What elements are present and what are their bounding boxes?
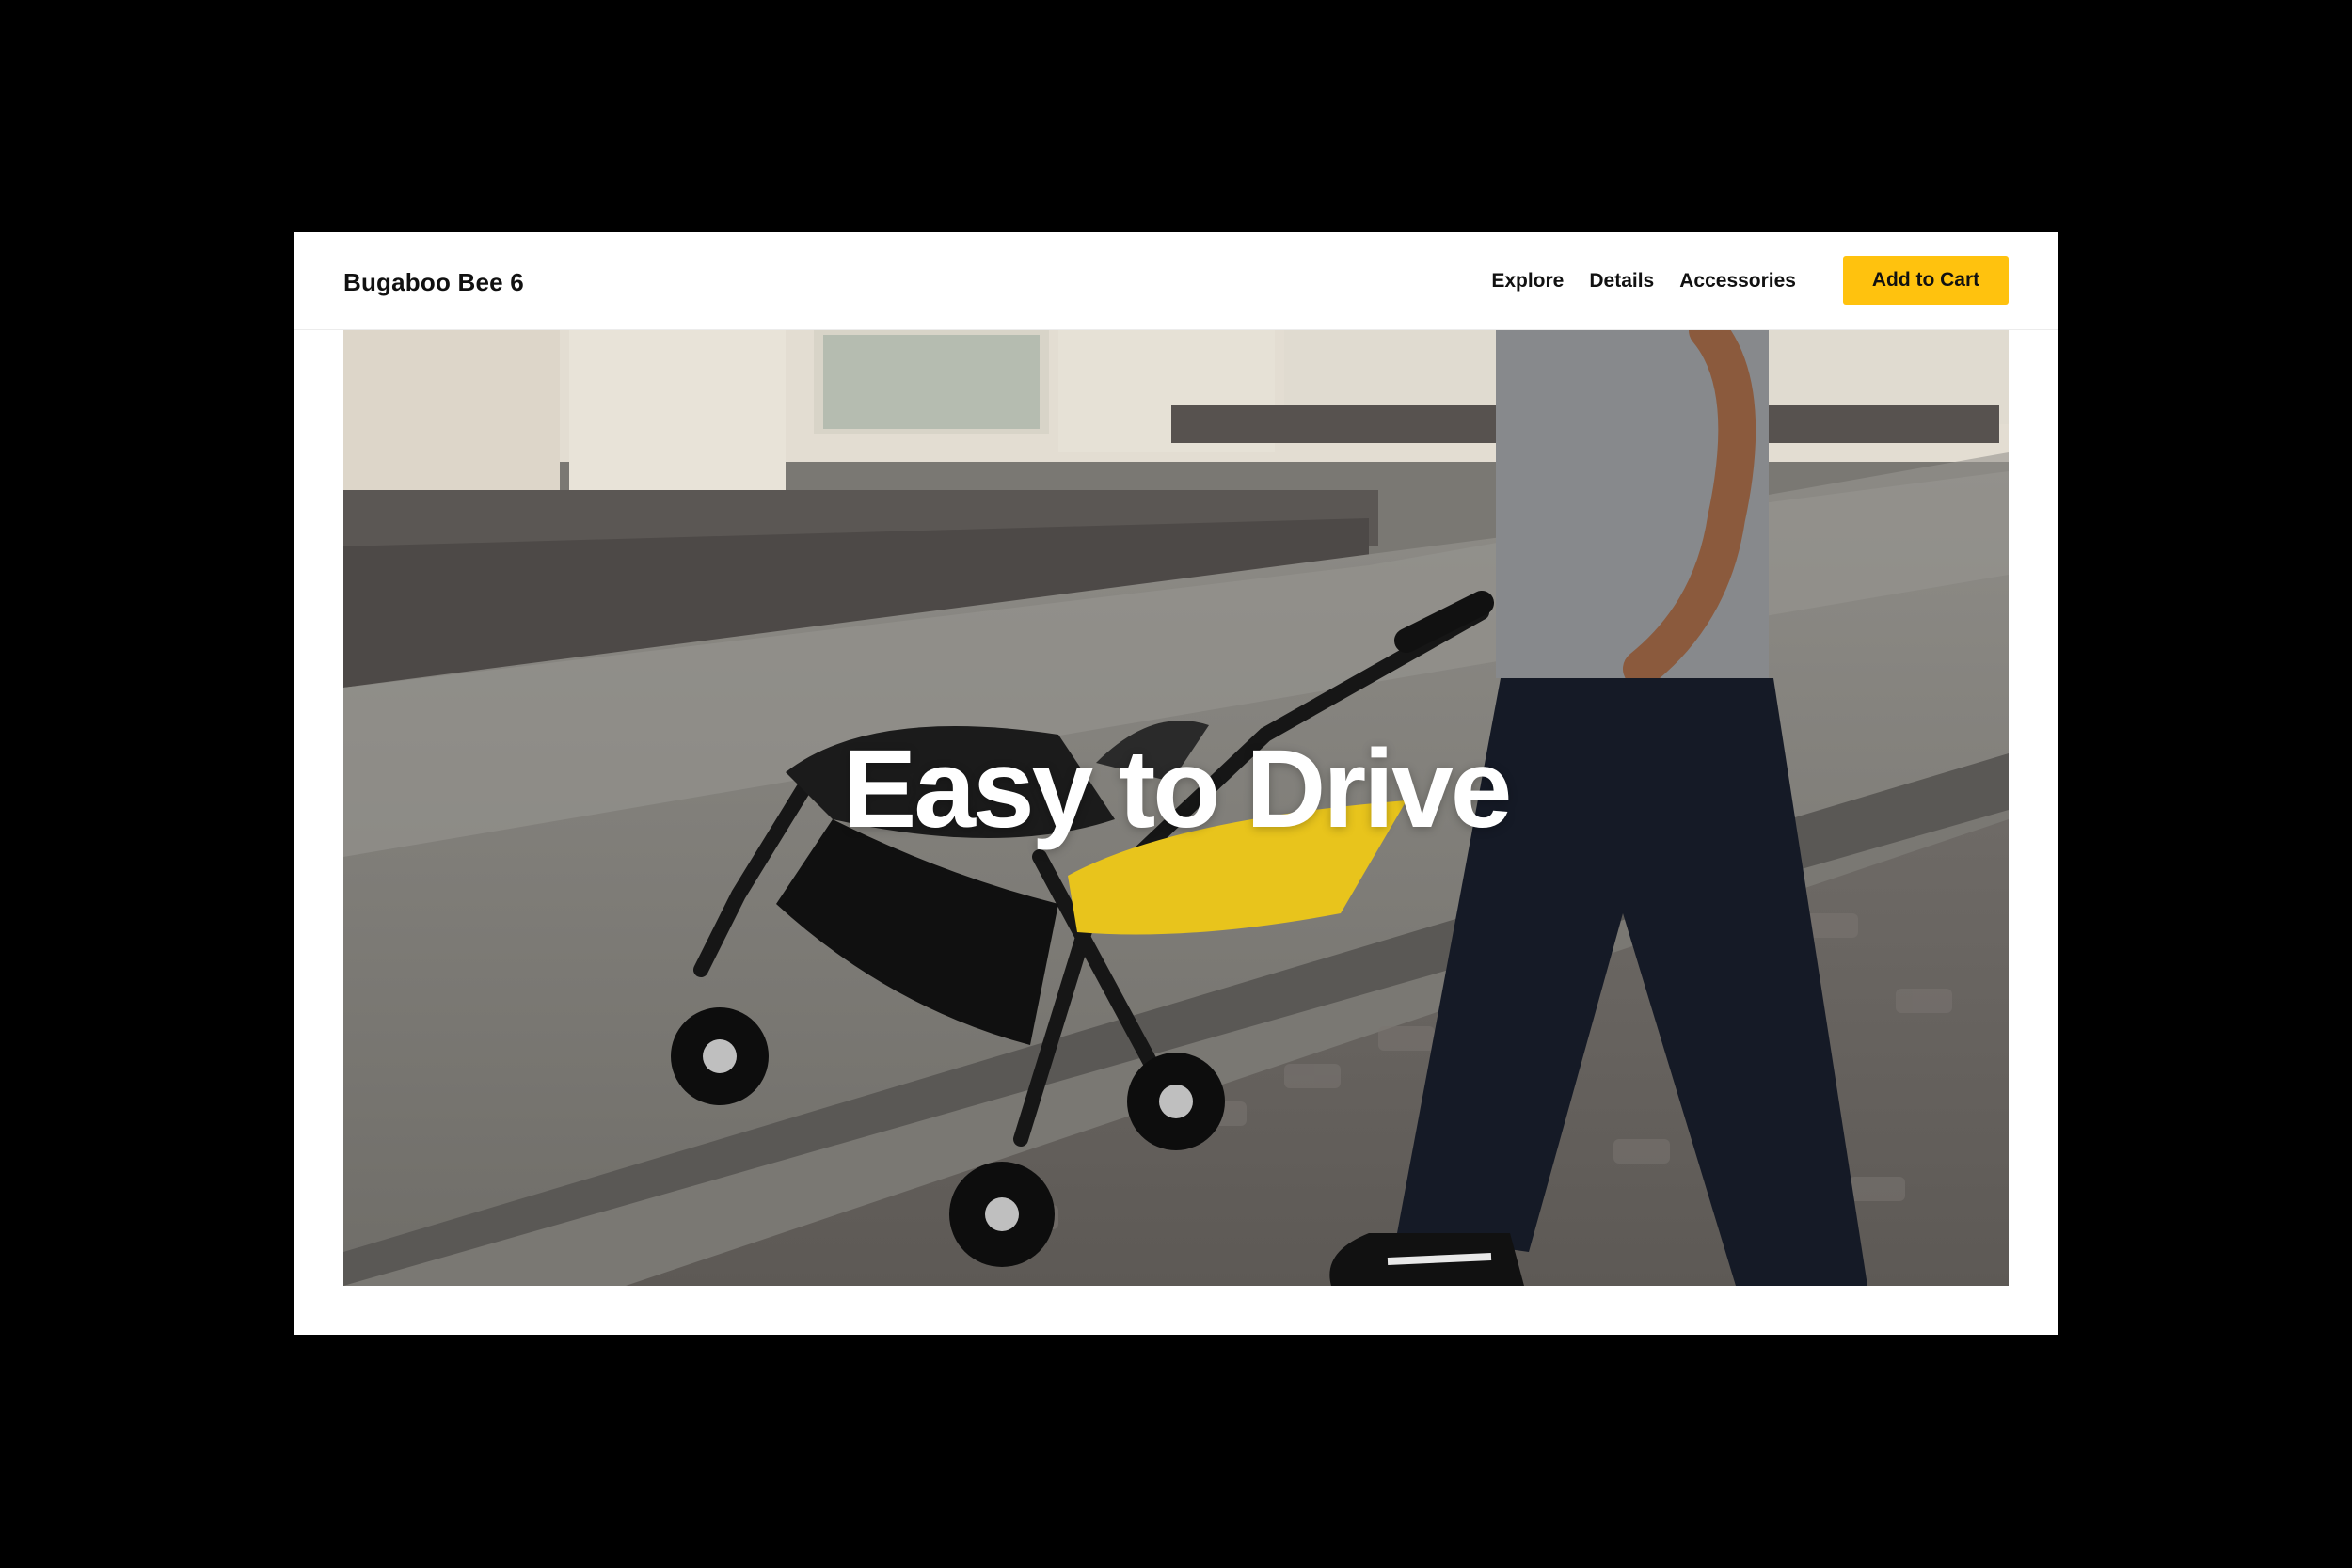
nav-link-details[interactable]: Details — [1589, 270, 1654, 293]
nav-link-explore[interactable]: Explore — [1491, 270, 1564, 293]
site-header: Bugaboo Bee 6 Explore Details Accessorie… — [294, 232, 2058, 330]
stage: Bugaboo Bee 6 Explore Details Accessorie… — [0, 0, 2352, 1568]
website-frame: Bugaboo Bee 6 Explore Details Accessorie… — [294, 232, 2058, 1335]
main-nav: Explore Details Accessories — [1491, 270, 1796, 293]
brand-name[interactable]: Bugaboo Bee 6 — [343, 268, 524, 297]
hero-title: Easy to Drive — [842, 727, 1513, 851]
nav-link-accessories[interactable]: Accessories — [1679, 270, 1796, 293]
hero-section: Easy to Drive — [343, 330, 2009, 1286]
add-to-cart-button[interactable]: Add to Cart — [1843, 256, 2009, 305]
